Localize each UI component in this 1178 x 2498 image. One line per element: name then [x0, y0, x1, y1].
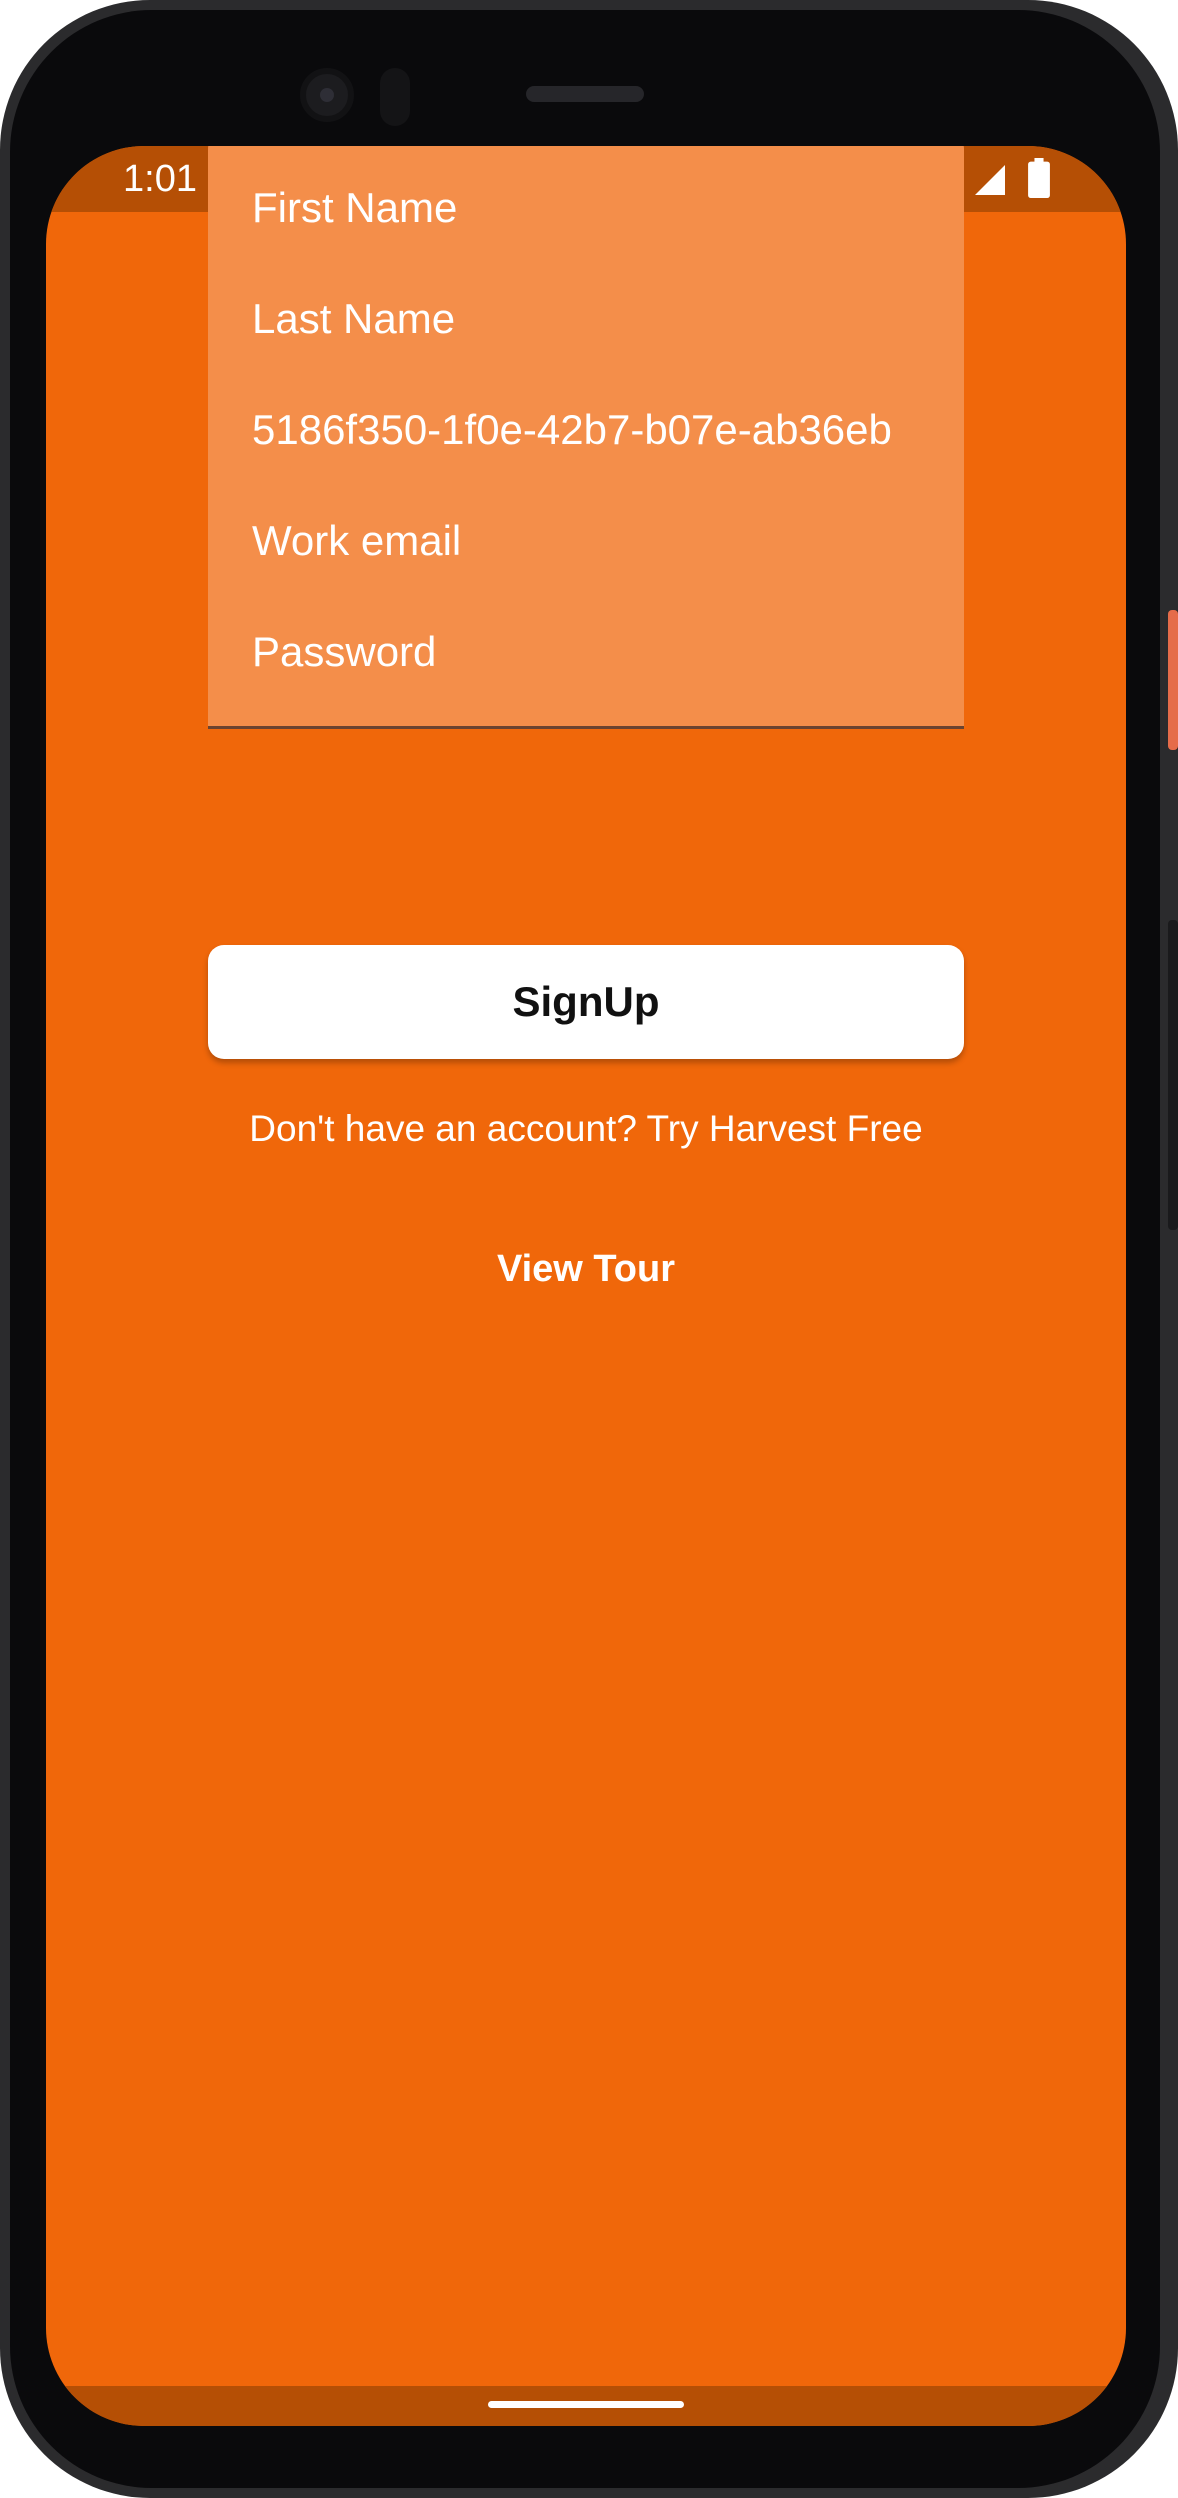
phone-frame: 1:01 3G First Name Last Name 5186f350-1f…	[0, 0, 1178, 2498]
signup-button[interactable]: SignUp	[208, 945, 964, 1059]
volume-button	[1168, 920, 1178, 1230]
battery-icon	[1028, 158, 1050, 198]
signup-label: SignUp	[512, 978, 660, 1025]
first-name-label: First Name	[252, 184, 458, 231]
try-harvest-free-link[interactable]: Don't have an account? Try Harvest Free	[46, 1106, 1126, 1152]
proximity-sensor	[380, 68, 410, 126]
password-label: Password	[252, 628, 437, 675]
view-tour-button[interactable]: View Tour	[436, 1240, 736, 1298]
password-field[interactable]: Password	[208, 577, 964, 729]
work-email-label: Work email	[252, 517, 462, 564]
app-screen: 1:01 3G First Name Last Name 5186f350-1f…	[46, 146, 1126, 2426]
power-button	[1168, 610, 1178, 750]
front-camera	[300, 68, 354, 122]
home-gesture-handle[interactable]	[488, 2401, 684, 2408]
company-value: 5186f350-1f0e-42b7-b07e-ab36eb	[252, 406, 892, 453]
earpiece-speaker	[526, 86, 644, 102]
cell-signal-icon	[975, 165, 1005, 195]
last-name-label: Last Name	[252, 295, 456, 342]
status-time: 1:01	[123, 158, 197, 200]
